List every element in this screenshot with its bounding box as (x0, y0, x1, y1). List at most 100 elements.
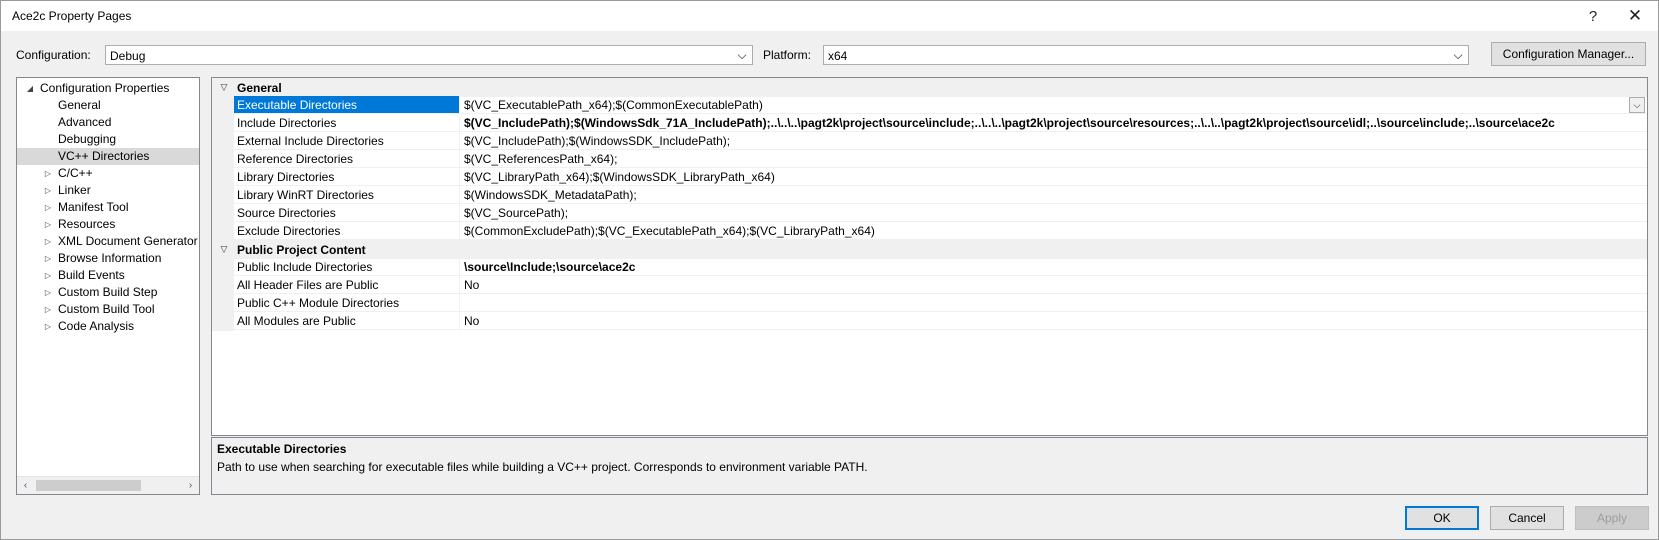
category-header[interactable]: ▽ Public Project Content (212, 240, 1647, 259)
expand-arrow-icon[interactable]: ▷ (43, 199, 53, 216)
chevron-down-icon[interactable]: ⌵ (1629, 97, 1645, 113)
property-row[interactable]: External Include Directories $(VC_Include… (212, 132, 1647, 151)
row-margin (212, 312, 234, 331)
expand-arrow-icon[interactable]: ▷ (43, 250, 53, 267)
property-row[interactable]: Source Directories $(VC_SourcePath); (212, 204, 1647, 223)
tree-item[interactable]: ▷ Resources (17, 216, 199, 233)
tree-item[interactable]: ◢ Configuration Properties (17, 80, 199, 97)
configuration-select[interactable]: Debug ⌵ (105, 45, 753, 65)
property-name[interactable]: External Include Directories (234, 132, 460, 150)
tree-item[interactable]: Advanced (17, 114, 199, 131)
tree-item[interactable]: ▷ Custom Build Tool (17, 301, 199, 318)
tree-item-label: Manifest Tool (58, 200, 129, 214)
property-row[interactable]: Include Directories $(VC_IncludePath);$(W… (212, 114, 1647, 133)
property-value[interactable]: $(VC_LibraryPath_x64);$(WindowsSDK_Libra… (460, 168, 1647, 186)
tree-item-label: Linker (58, 183, 91, 197)
expand-arrow-icon[interactable]: ▷ (43, 182, 53, 199)
tree-item[interactable]: Debugging (17, 131, 199, 148)
row-margin (212, 168, 234, 187)
property-row[interactable]: Reference Directories $(VC_ReferencesPath… (212, 150, 1647, 169)
tree-item[interactable]: ▷ Custom Build Step (17, 284, 199, 301)
property-row[interactable]: All Modules are Public No (212, 312, 1647, 331)
configuration-manager-button[interactable]: Configuration Manager... (1491, 42, 1646, 66)
title-bar: Ace2c Property Pages ? ✕ (1, 1, 1658, 31)
collapse-arrow-icon[interactable]: ▽ (218, 78, 230, 97)
property-grid: ▽ General Executable Directories $(VC_Execu… (211, 77, 1648, 436)
tree-item[interactable]: ▷ Build Events (17, 267, 199, 284)
row-margin (212, 186, 234, 205)
expand-arrow-icon[interactable]: ▷ (43, 267, 53, 284)
tree-horizontal-scrollbar[interactable]: ‹ › (17, 476, 199, 494)
property-name[interactable]: Exclude Directories (234, 222, 460, 240)
tree-item[interactable]: ▷ XML Document Generator (17, 233, 199, 250)
help-button[interactable]: ? (1573, 1, 1613, 31)
property-name[interactable]: Executable Directories (234, 96, 460, 114)
row-margin (212, 114, 234, 133)
property-value[interactable] (460, 294, 1647, 312)
property-value[interactable]: $(VC_ReferencesPath_x64); (460, 150, 1647, 168)
expand-arrow-icon[interactable]: ▷ (43, 284, 53, 301)
tree-item[interactable]: ▷ Linker (17, 182, 199, 199)
tree-item[interactable]: ▷ Code Analysis (17, 318, 199, 335)
close-button[interactable]: ✕ (1615, 1, 1655, 31)
property-name[interactable]: Include Directories (234, 114, 460, 132)
property-name[interactable]: Public C++ Module Directories (234, 294, 460, 312)
collapse-arrow-icon[interactable]: ◢ (25, 80, 35, 97)
expand-arrow-icon[interactable]: ▷ (43, 216, 53, 233)
chevron-down-icon: ⌵ (1453, 47, 1463, 62)
expand-arrow-icon[interactable]: ▷ (43, 318, 53, 335)
tree-item-label: XML Document Generator (58, 234, 198, 248)
property-name[interactable]: All Modules are Public (234, 312, 460, 330)
row-margin (212, 204, 234, 223)
property-value[interactable]: \source\Include;\source\ace2c (460, 258, 1647, 276)
property-value[interactable]: $(WindowsSDK_MetadataPath); (460, 186, 1647, 204)
property-row[interactable]: All Header Files are Public No (212, 276, 1647, 295)
property-name[interactable]: All Header Files are Public (234, 276, 460, 294)
tree-item[interactable]: General (17, 97, 199, 114)
property-value[interactable]: No (460, 312, 1647, 330)
property-value[interactable]: $(VC_ExecutablePath_x64);$(CommonExecuta… (460, 96, 1647, 114)
expand-arrow-icon[interactable]: ▷ (43, 233, 53, 250)
property-row[interactable]: Library WinRT Directories $(WindowsSDK_Me… (212, 186, 1647, 205)
configuration-label: Configuration: (16, 48, 91, 62)
property-value[interactable]: $(CommonExcludePath);$(VC_ExecutablePath… (460, 222, 1647, 240)
expand-arrow-icon[interactable]: ▷ (43, 301, 53, 318)
category-header[interactable]: ▽ General (212, 78, 1647, 97)
scroll-right-icon[interactable]: › (182, 477, 199, 494)
platform-value: x64 (828, 49, 848, 63)
property-row[interactable]: Public Include Directories \source\Includ… (212, 258, 1647, 277)
configuration-value: Debug (110, 49, 146, 63)
row-margin (212, 276, 234, 295)
category-label: General (237, 81, 282, 95)
property-name[interactable]: Reference Directories (234, 150, 460, 168)
tree-item-label: Code Analysis (58, 319, 135, 333)
property-value[interactable]: No (460, 276, 1647, 294)
apply-button[interactable]: Apply (1575, 506, 1649, 530)
property-row[interactable]: Library Directories $(VC_LibraryPath_x64)… (212, 168, 1647, 187)
tree-item[interactable]: VC++ Directories (17, 148, 199, 165)
property-name[interactable]: Public Include Directories (234, 258, 460, 276)
cancel-button[interactable]: Cancel (1490, 506, 1564, 530)
property-row[interactable]: Executable Directories $(VC_ExecutablePat… (212, 96, 1647, 115)
expand-arrow-icon[interactable]: ▷ (43, 165, 53, 182)
ok-button[interactable]: OK (1405, 506, 1479, 530)
description-panel: Executable Directories Path to use when … (211, 437, 1648, 495)
category-label: Public Project Content (237, 243, 366, 257)
tree-item[interactable]: ▷ Browse Information (17, 250, 199, 267)
property-name[interactable]: Library Directories (234, 168, 460, 186)
property-value[interactable]: $(VC_IncludePath);$(WindowsSdk_71A_Inclu… (460, 114, 1647, 132)
scrollbar-thumb[interactable] (36, 480, 141, 491)
scroll-left-icon[interactable]: ‹ (17, 477, 34, 494)
property-name[interactable]: Library WinRT Directories (234, 186, 460, 204)
property-value[interactable]: $(VC_IncludePath);$(WindowsSDK_IncludePa… (460, 132, 1647, 150)
property-row[interactable]: Exclude Directories $(CommonExcludePath);… (212, 222, 1647, 241)
property-value[interactable]: $(VC_SourcePath); (460, 204, 1647, 222)
platform-select[interactable]: x64 ⌵ (823, 45, 1469, 65)
tree-item[interactable]: ▷ C/C++ (17, 165, 199, 182)
collapse-arrow-icon[interactable]: ▽ (218, 240, 230, 259)
property-name[interactable]: Source Directories (234, 204, 460, 222)
tree-item[interactable]: ▷ Manifest Tool (17, 199, 199, 216)
property-row[interactable]: Public C++ Module Directories (212, 294, 1647, 313)
row-margin (212, 96, 234, 115)
tree-item-label: Browse Information (58, 251, 162, 265)
